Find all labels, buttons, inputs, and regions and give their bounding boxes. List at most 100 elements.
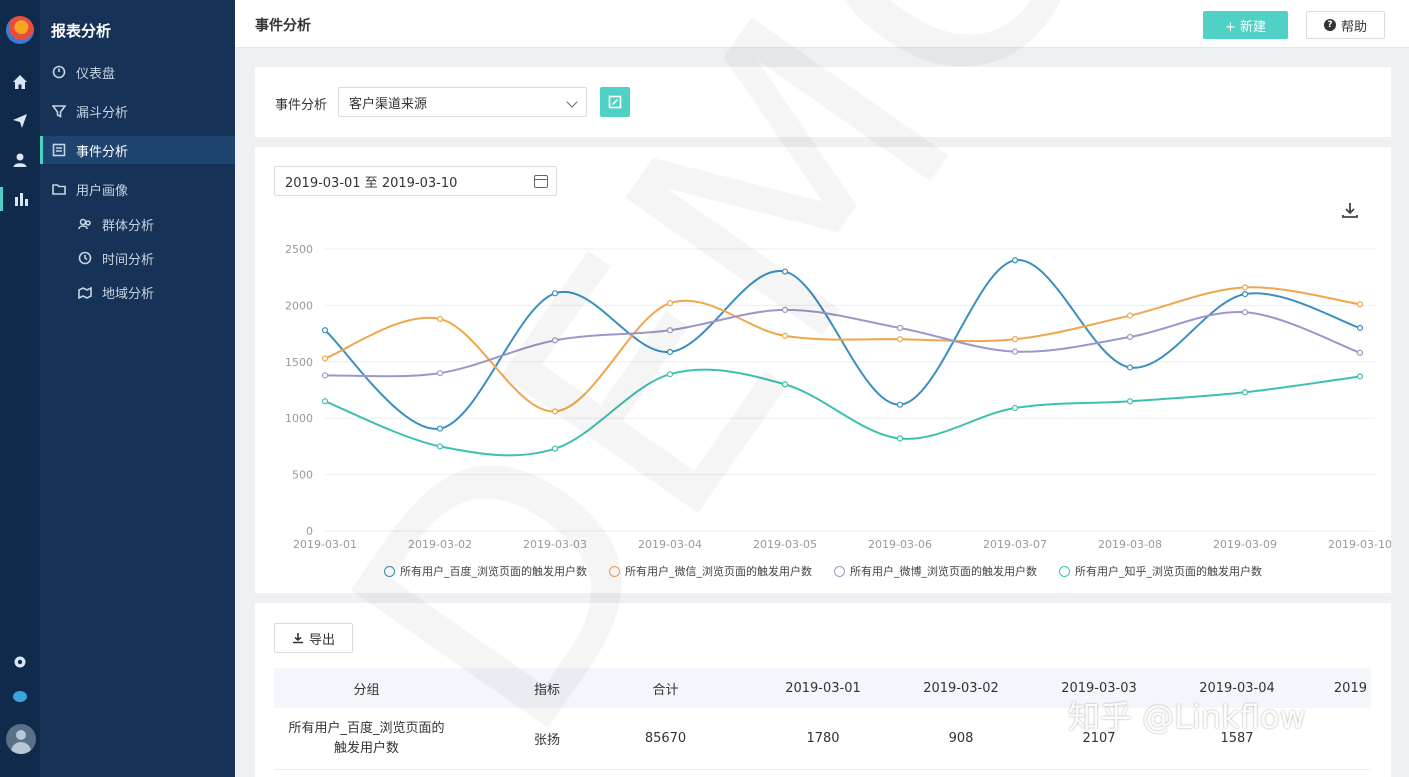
data-point bbox=[896, 401, 904, 408]
col-header-date[interactable]: 2019-03-01 bbox=[754, 668, 892, 708]
y-tick-label: 1000 bbox=[285, 412, 313, 425]
app-logo-icon[interactable] bbox=[6, 16, 34, 44]
users-icon bbox=[78, 217, 92, 231]
sidebar-item-user-profile[interactable]: 用户画像 bbox=[40, 175, 235, 203]
data-point bbox=[436, 425, 444, 432]
data-point bbox=[321, 327, 329, 334]
sidebar-item-dashboard[interactable]: 仪表盘 bbox=[40, 58, 235, 86]
data-point bbox=[666, 348, 674, 356]
data-point bbox=[666, 300, 674, 307]
col-header-date[interactable]: 2019-03-02 bbox=[892, 668, 1030, 708]
legend-label: 所有用户_微信_浏览页面的触发用户数 bbox=[625, 565, 812, 578]
col-header-date[interactable]: 2019-03-03 bbox=[1030, 668, 1168, 708]
download-icon bbox=[292, 633, 303, 644]
data-point bbox=[1241, 389, 1249, 396]
sidebar-item-label: 地域分析 bbox=[102, 286, 155, 302]
cell-value: 2107 bbox=[1082, 731, 1116, 746]
icon-rail bbox=[0, 0, 40, 777]
data-point bbox=[896, 324, 904, 332]
user-icon[interactable] bbox=[0, 148, 40, 172]
help-button[interactable]: ? 帮助 bbox=[1306, 11, 1385, 39]
sidebar: 报表分析 仪表盘 漏斗分析 事件分析 用户画像 群体分析 时间分析 地域分析 bbox=[40, 0, 235, 777]
sidebar-item-event-analysis[interactable]: 事件分析 bbox=[40, 136, 235, 164]
edit-icon bbox=[608, 95, 622, 109]
sidebar-item-group-analysis[interactable]: 群体分析 bbox=[40, 210, 235, 238]
legend-item[interactable]: 所有用户_微博_浏览页面的触发用户数 bbox=[834, 563, 1037, 579]
legend-item[interactable]: 所有用户_百度_浏览页面的触发用户数 bbox=[384, 563, 587, 579]
x-tick-label: 2019-03-05 bbox=[753, 538, 817, 551]
series-line bbox=[324, 368, 1361, 457]
event-label: 事件分析 bbox=[275, 98, 328, 113]
sidebar-item-label: 群体分析 bbox=[102, 218, 155, 234]
bar-chart-icon[interactable] bbox=[0, 187, 40, 211]
col-header-total[interactable]: 合计 bbox=[613, 668, 718, 708]
data-point bbox=[551, 337, 559, 344]
legend-label: 所有用户_微博_浏览页面的触发用户数 bbox=[850, 565, 1037, 578]
data-point bbox=[666, 327, 674, 334]
map-icon bbox=[78, 285, 92, 299]
top-bar: 事件分析 + 新建 ? 帮助 bbox=[235, 0, 1409, 48]
folder-icon bbox=[52, 182, 66, 196]
data-point bbox=[781, 381, 789, 388]
clock-icon bbox=[78, 251, 92, 265]
col-header-group[interactable]: 分组 bbox=[274, 668, 459, 708]
x-tick-label: 2019-03-02 bbox=[408, 538, 472, 551]
y-tick-label: 500 bbox=[292, 469, 313, 482]
col-header-metric[interactable]: 指标 bbox=[494, 668, 600, 708]
sidebar-item-label: 时间分析 bbox=[102, 252, 155, 268]
data-point bbox=[896, 336, 904, 343]
col-header-date[interactable]: 2019-03-04 bbox=[1168, 668, 1306, 708]
export-button[interactable]: 导出 bbox=[274, 623, 353, 653]
home-icon[interactable] bbox=[0, 70, 40, 94]
gauge-icon bbox=[52, 65, 66, 79]
data-point bbox=[551, 290, 559, 297]
sidebar-item-label: 仪表盘 bbox=[76, 66, 116, 82]
legend-marker bbox=[384, 565, 395, 577]
legend-marker bbox=[609, 565, 620, 577]
y-tick-label: 0 bbox=[306, 525, 313, 538]
x-tick-label: 2019-03-09 bbox=[1213, 538, 1277, 551]
sidebar-item-funnel[interactable]: 漏斗分析 bbox=[40, 97, 235, 125]
new-button[interactable]: + 新建 bbox=[1203, 11, 1288, 39]
y-tick-label: 2500 bbox=[285, 243, 313, 256]
gear-icon[interactable] bbox=[0, 650, 40, 674]
data-point bbox=[1356, 373, 1364, 380]
x-tick-label: 2019-03-10 bbox=[1328, 538, 1391, 551]
data-point bbox=[896, 435, 904, 442]
x-tick-label: 2019-03-03 bbox=[523, 538, 587, 551]
data-point bbox=[1356, 301, 1364, 308]
cell-group: 所有用户_百度_浏览页面的触发用户数 bbox=[288, 720, 445, 756]
edit-button[interactable] bbox=[600, 87, 630, 117]
x-tick-label: 2019-03-01 bbox=[293, 538, 357, 551]
data-point bbox=[781, 306, 789, 314]
sidebar-item-label: 事件分析 bbox=[76, 144, 129, 160]
sidebar-item-label: 用户画像 bbox=[76, 183, 129, 199]
avatar[interactable] bbox=[6, 724, 36, 754]
legend-label: 所有用户_百度_浏览页面的触发用户数 bbox=[400, 565, 587, 578]
x-tick-label: 2019-03-07 bbox=[983, 538, 1047, 551]
sidebar-item-region-analysis[interactable]: 地域分析 bbox=[40, 278, 235, 306]
data-point bbox=[781, 332, 789, 339]
data-point bbox=[436, 315, 444, 323]
cell-total: 85670 bbox=[644, 731, 687, 746]
data-point bbox=[1241, 284, 1249, 291]
data-point bbox=[1126, 398, 1134, 405]
data-point bbox=[781, 268, 789, 275]
legend-item[interactable]: 所有用户_微信_浏览页面的触发用户数 bbox=[609, 563, 812, 579]
data-point bbox=[1356, 324, 1364, 332]
event-select[interactable]: 客户渠道来源 bbox=[338, 87, 587, 117]
x-tick-label: 2019-03-04 bbox=[638, 538, 702, 551]
chart-legend: 所有用户_百度_浏览页面的触发用户数 所有用户_微信_浏览页面的触发用户数 所有用户… bbox=[255, 563, 1391, 579]
send-icon[interactable] bbox=[0, 109, 40, 133]
legend-item[interactable]: 所有用户_知乎_浏览页面的触发用户数 bbox=[1059, 563, 1262, 579]
data-point bbox=[1011, 336, 1019, 343]
col-header-date[interactable]: 2019 bbox=[1306, 668, 1371, 708]
data-point bbox=[1241, 309, 1249, 316]
x-tick-label: 2019-03-08 bbox=[1098, 538, 1162, 551]
data-point bbox=[1011, 404, 1019, 412]
chat-icon[interactable] bbox=[0, 685, 40, 709]
cell-metric: 张扬 bbox=[533, 733, 560, 748]
chart-card: 2019-03-01 至 2019-03-10 0 500 1000 1500 2000… bbox=[255, 147, 1391, 593]
table-row: 所有用户_百度_浏览页面的触发用户数 张扬 85670 1780 908 210… bbox=[274, 708, 1371, 770]
sidebar-item-time-analysis[interactable]: 时间分析 bbox=[40, 244, 235, 272]
